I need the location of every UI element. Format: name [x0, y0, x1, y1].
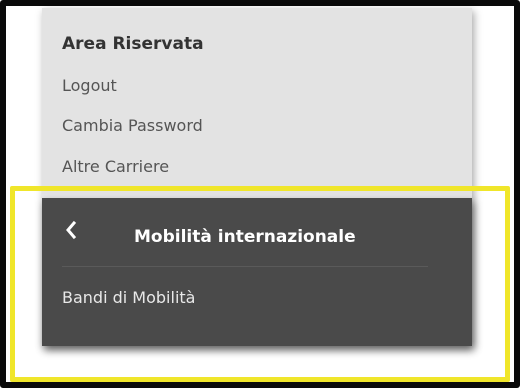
international-mobility-panel: Mobilità internazionale Bandi di Mobilit… [42, 198, 472, 346]
mobility-calls-link[interactable]: Bandi di Mobilità [62, 288, 195, 307]
reserved-area-menu: Area Riservata Logout Cambia Password Al… [42, 8, 472, 194]
divider [62, 266, 428, 267]
change-password-link[interactable]: Cambia Password [62, 116, 203, 135]
other-careers-link[interactable]: Altre Carriere [62, 157, 169, 176]
submenu-title: Mobilità internazionale [134, 227, 356, 247]
chevron-left-icon[interactable] [64, 220, 78, 240]
menu-title: Area Riservata [62, 34, 204, 54]
logout-link[interactable]: Logout [62, 76, 117, 95]
